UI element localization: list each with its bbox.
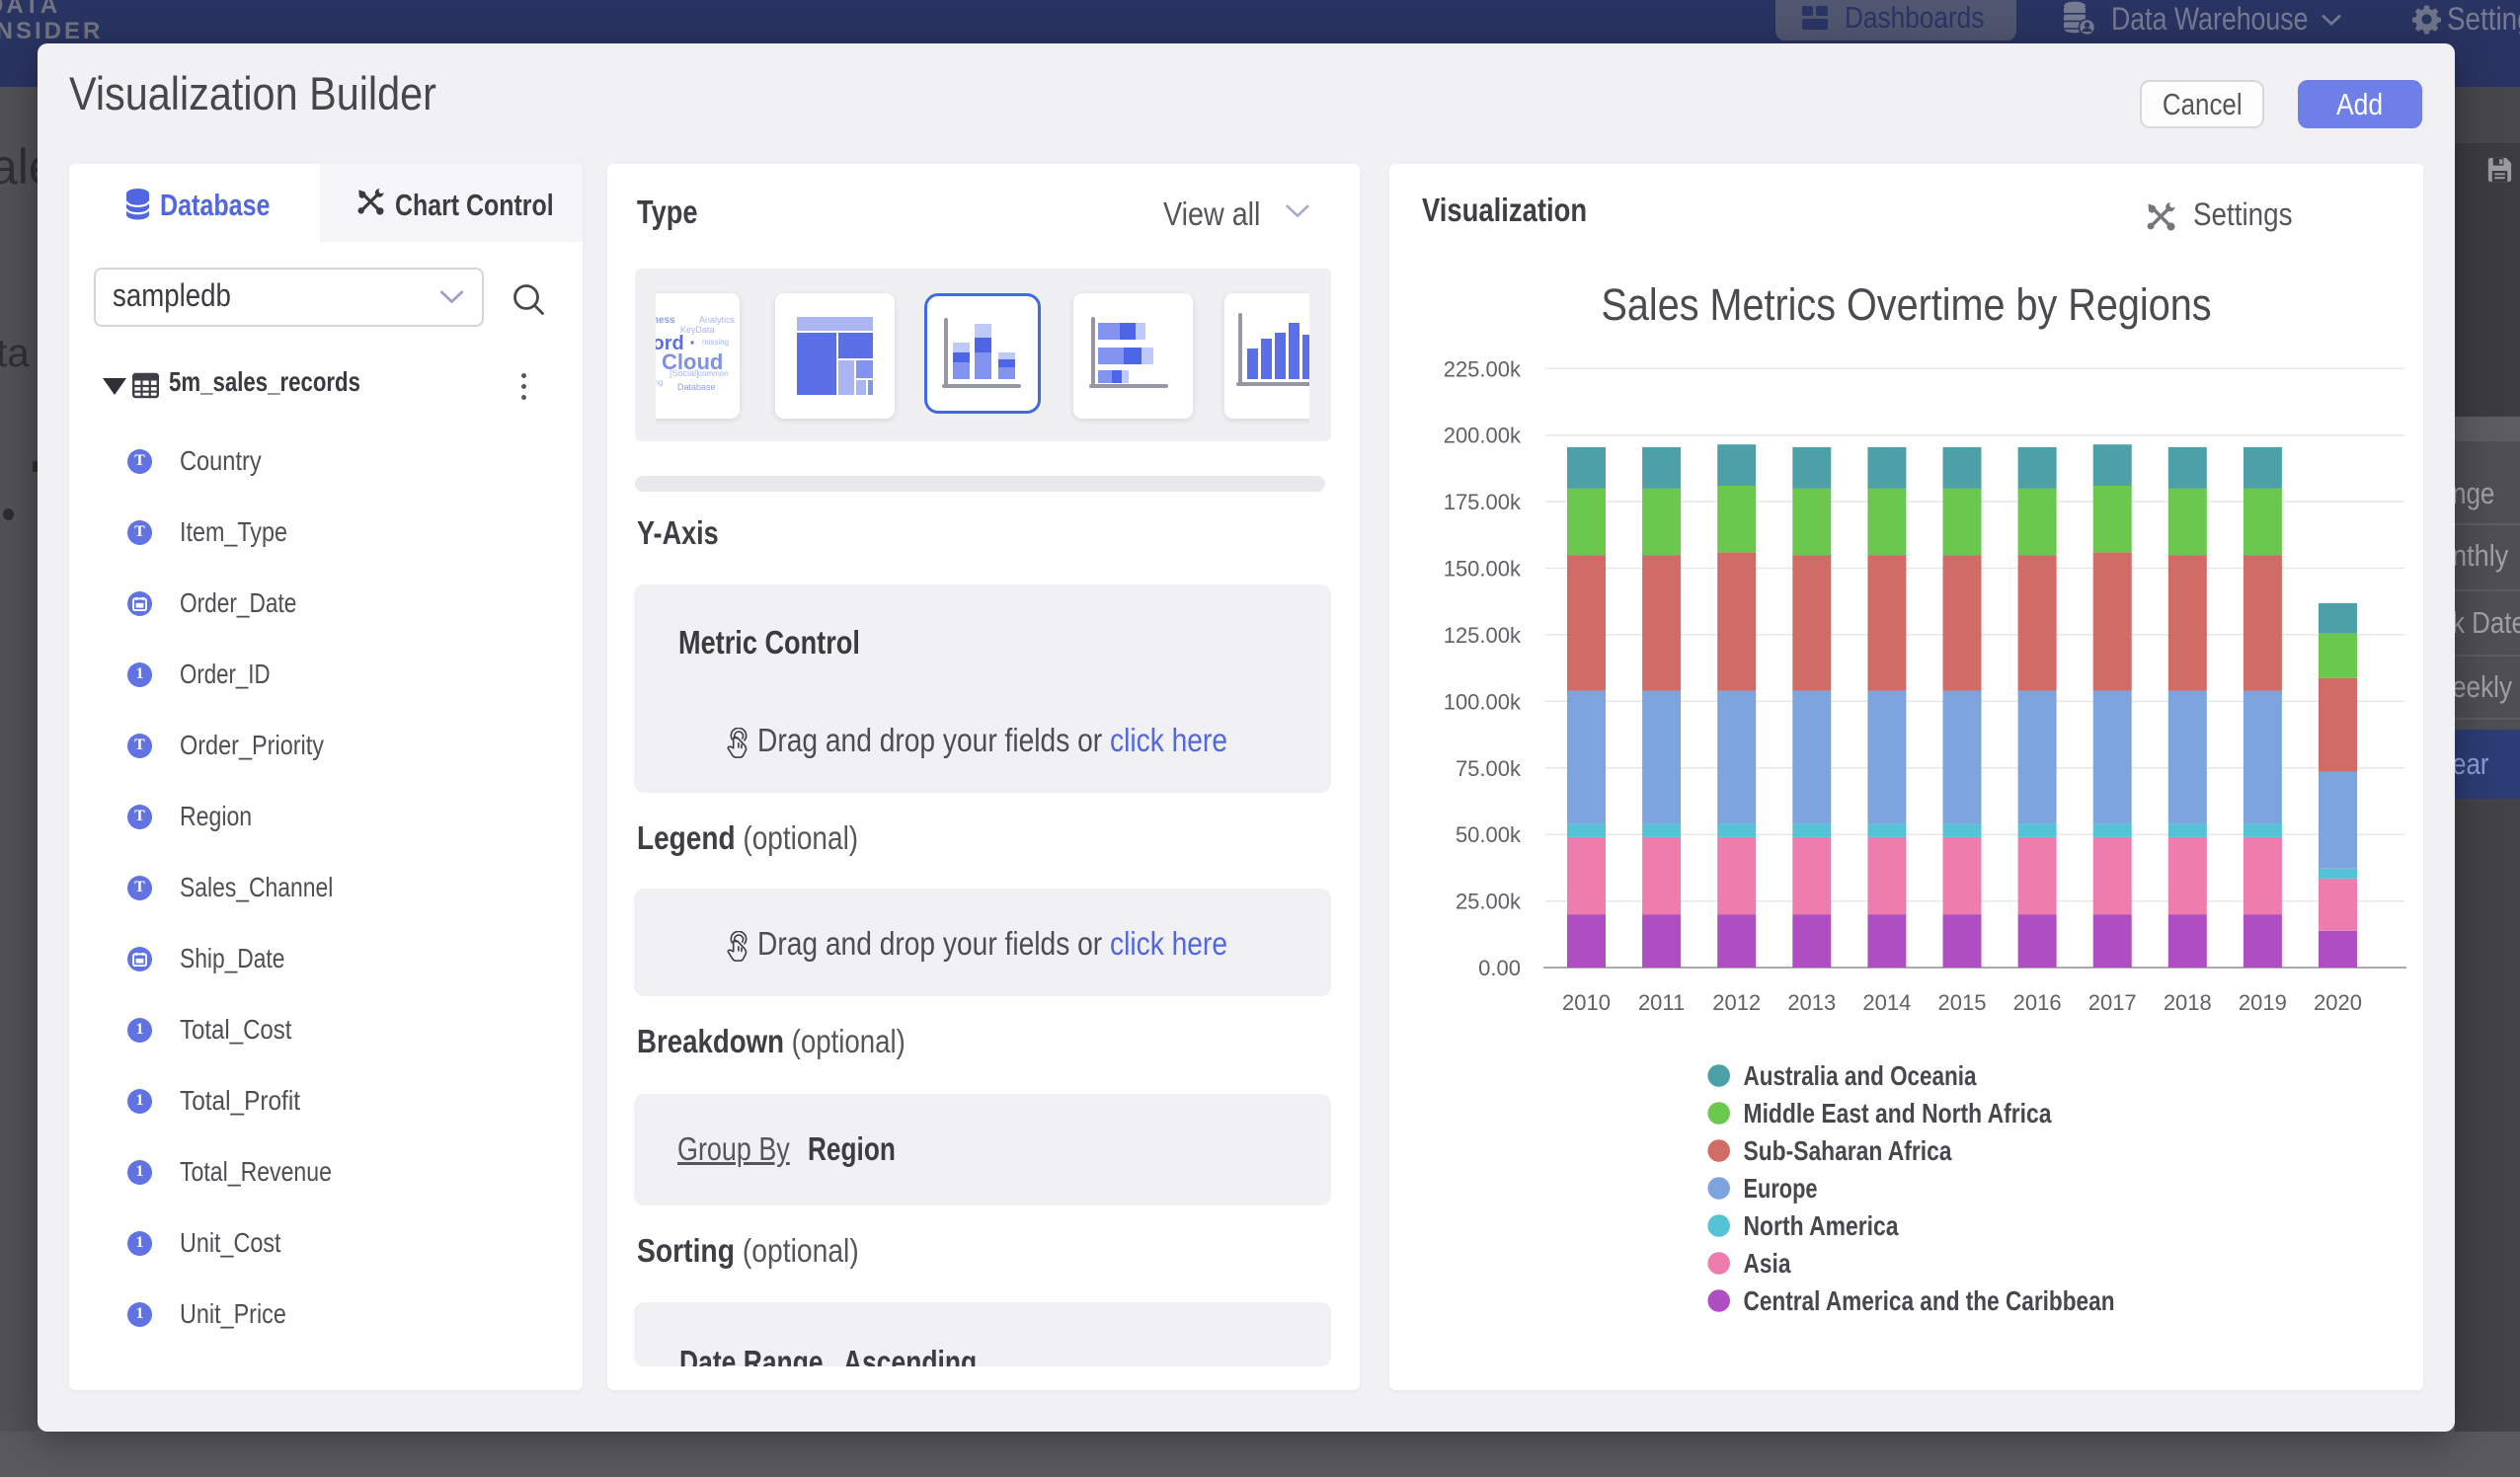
svg-text:2012: 2012 bbox=[1712, 990, 1761, 1015]
svg-text:125.00k: 125.00k bbox=[1444, 623, 1522, 648]
svg-text:Sales Metrics Overtime by Regi: Sales Metrics Overtime by Regions bbox=[1602, 279, 2212, 330]
svg-text:2011: 2011 bbox=[1638, 990, 1685, 1015]
svg-text:25.00k: 25.00k bbox=[1456, 890, 1522, 914]
svg-text:Middle East and North Africa: Middle East and North Africa bbox=[1744, 1098, 2052, 1128]
svg-text:Central America and the Caribb: Central America and the Caribbean bbox=[1744, 1285, 2115, 1316]
svg-text:150.00k: 150.00k bbox=[1444, 557, 1522, 582]
svg-text:50.00k: 50.00k bbox=[1456, 822, 1522, 847]
svg-text:2018: 2018 bbox=[2164, 990, 2212, 1015]
svg-text:200.00k: 200.00k bbox=[1444, 424, 1522, 448]
svg-text:100.00k: 100.00k bbox=[1444, 689, 1522, 714]
svg-text:225.00k: 225.00k bbox=[1444, 356, 1522, 381]
svg-text:2014: 2014 bbox=[1862, 990, 1911, 1015]
svg-text:2015: 2015 bbox=[1938, 990, 1987, 1015]
svg-text:75.00k: 75.00k bbox=[1456, 756, 1522, 781]
svg-text:2010: 2010 bbox=[1562, 990, 1611, 1015]
svg-text:175.00k: 175.00k bbox=[1444, 490, 1522, 514]
svg-text:North America: North America bbox=[1744, 1210, 1899, 1241]
svg-text:0.00: 0.00 bbox=[1478, 956, 1521, 980]
svg-text:2019: 2019 bbox=[2239, 990, 2287, 1015]
svg-text:Sub-Saharan Africa: Sub-Saharan Africa bbox=[1744, 1135, 1952, 1166]
svg-text:2020: 2020 bbox=[2314, 990, 2362, 1015]
svg-text:Europe: Europe bbox=[1744, 1173, 1818, 1204]
svg-text:2013: 2013 bbox=[1787, 990, 1836, 1015]
svg-text:Asia: Asia bbox=[1744, 1248, 1791, 1279]
svg-text:Australia and Oceania: Australia and Oceania bbox=[1744, 1060, 1977, 1091]
svg-text:2017: 2017 bbox=[2088, 990, 2137, 1015]
svg-text:2016: 2016 bbox=[2013, 990, 2062, 1015]
